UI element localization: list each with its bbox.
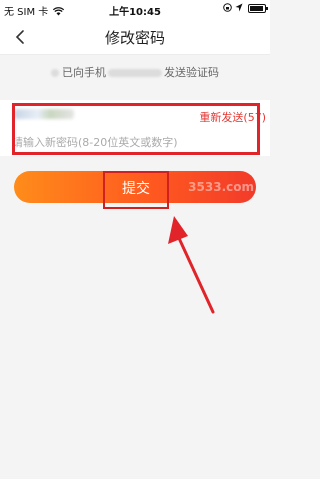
page-title: 修改密码 xyxy=(104,29,165,47)
new-password-row xyxy=(0,128,270,156)
battery-icon xyxy=(248,3,268,13)
verification-code-row: 重新发送(57) xyxy=(0,100,270,128)
redacted-mark xyxy=(51,69,59,77)
location-icon xyxy=(235,3,243,12)
status-bar: 无 SIM 卡 上午10:45 xyxy=(0,0,270,18)
verification-code-input[interactable] xyxy=(12,104,182,124)
sms-notice: 已向手机 发送验证码 xyxy=(0,64,270,80)
password-form: 重新发送(57) xyxy=(0,100,270,156)
new-password-input[interactable] xyxy=(12,132,252,152)
status-right xyxy=(222,3,268,14)
lock-rotation-icon xyxy=(222,3,232,12)
redacted-phone-number xyxy=(108,69,162,77)
notice-suffix: 发送验证码 xyxy=(164,66,219,79)
nav-bar: 修改密码 xyxy=(0,18,270,55)
resend-code-button[interactable]: 重新发送(57) xyxy=(199,109,266,125)
notice-prefix: 已向手机 xyxy=(62,66,106,79)
submit-button[interactable] xyxy=(14,171,256,203)
